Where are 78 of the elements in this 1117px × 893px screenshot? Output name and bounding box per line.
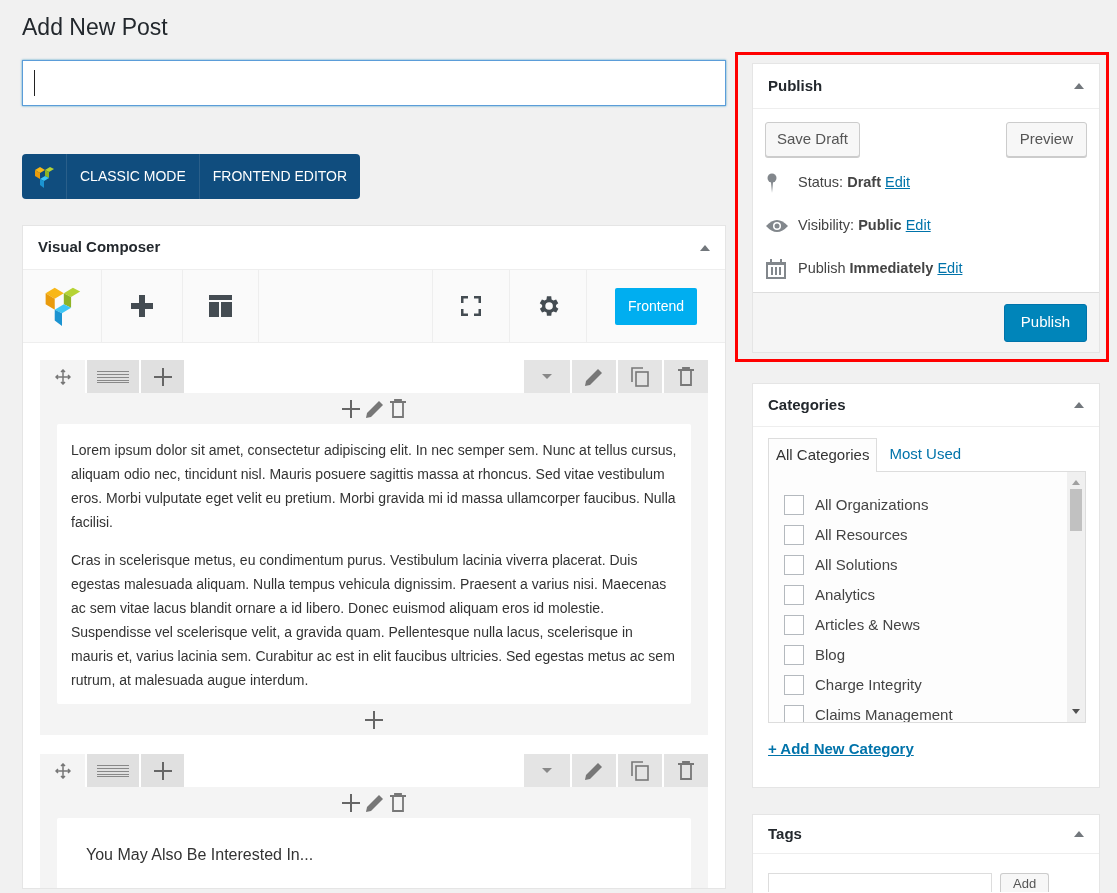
scroll-down-icon[interactable] xyxy=(1072,709,1080,714)
edit-icon[interactable] xyxy=(585,367,603,386)
cube-logo-icon xyxy=(34,165,54,188)
panel-title: Publish xyxy=(768,75,823,96)
delete-icon[interactable] xyxy=(678,761,694,780)
heading-text: You May Also Be Interested In... xyxy=(86,845,315,865)
collapse-toggle-icon[interactable] xyxy=(1074,402,1084,408)
add-element-icon[interactable] xyxy=(131,295,153,317)
checkbox[interactable] xyxy=(784,525,804,545)
move-handle-icon[interactable] xyxy=(54,762,71,779)
add-icon[interactable] xyxy=(342,793,360,812)
scroll-thumb[interactable] xyxy=(1070,489,1082,531)
checkbox[interactable] xyxy=(784,555,804,575)
fullscreen-icon[interactable] xyxy=(461,296,481,316)
tag-input-field[interactable] xyxy=(768,873,992,892)
caret-icon[interactable] xyxy=(542,768,552,773)
category-label: Claims Management xyxy=(815,704,953,722)
edit-link[interactable]: Edit xyxy=(885,172,910,194)
layout-template-icon[interactable] xyxy=(209,295,232,317)
page-title: Add New Post xyxy=(22,13,168,42)
layout-lines-icon[interactable] xyxy=(97,370,129,383)
category-label: Articles & News xyxy=(815,614,921,635)
preview-button[interactable]: Preview xyxy=(1005,122,1087,157)
category-label: Analytics xyxy=(815,584,876,605)
category-label: All Solutions xyxy=(815,554,898,575)
edit-icon[interactable] xyxy=(366,399,384,418)
delete-icon[interactable] xyxy=(678,367,694,386)
category-label: Blog xyxy=(815,644,846,665)
panel-title: Visual Composer xyxy=(38,237,161,258)
panel-title: Categories xyxy=(768,394,846,415)
edit-icon[interactable] xyxy=(366,793,384,812)
title-input-field[interactable] xyxy=(22,60,726,106)
publish-button[interactable]: Publish xyxy=(1003,303,1087,342)
collapse-toggle-icon[interactable] xyxy=(1074,83,1084,89)
calendar-icon xyxy=(766,259,786,279)
add-icon[interactable] xyxy=(153,761,172,780)
editor-mode-button[interactable]: FRONTEND EDITOR xyxy=(199,154,361,199)
edit-link[interactable]: Edit xyxy=(905,215,931,237)
move-handle-icon[interactable] xyxy=(54,368,71,385)
scrollbar[interactable] xyxy=(1067,472,1085,722)
category-label: All Resources xyxy=(815,524,908,545)
collapse-toggle-icon[interactable] xyxy=(1074,831,1084,837)
copy-icon[interactable] xyxy=(631,366,649,387)
checkbox[interactable] xyxy=(784,645,804,665)
paragraph: Lorem ipsum dolor sit amet, consectetur adipiscing elit. In nec semper sem. Nunc at tellus cursus, aliquam odio nec, tincidunt nisl. Mauris posuere sagittis massa at rhoncus. Sed vitae vestibulum eros. Morbi vulputate eget velit eu pretium. Morbi gravida mi id massa ullamcorper faucibus. Nulla facilisi. xyxy=(71,441,677,532)
eye-icon xyxy=(766,219,788,233)
publish-setting-text: Status: Draft xyxy=(798,173,881,193)
delete-icon[interactable] xyxy=(390,399,406,418)
copy-icon[interactable] xyxy=(631,760,649,781)
checkbox[interactable] xyxy=(784,495,804,515)
paragraph: Cras in scelerisque metus, eu condimentum purus. Vestibulum lacinia viverra placerat. Duis egestas malesuada aliquam. Nulla tempus vehicula dignissim. Praesent a varius nisi. Maecenas ac sem vitae lacus blandit ornare a id libero. Donec euismod aliquam eros id molestie. Suspendisse vel scelerisque velit, a gravida quam. Pellentesque nulla lacus, scelerisque in mauris et, varius lacinia sem. Curabitur ac est in elit faucibus ultricies. Sed egestas metus ac sem rutrum, at malesuada augue interdum. xyxy=(71,551,676,690)
publish-setting-text: Visibility: Public xyxy=(798,216,902,236)
add-icon[interactable] xyxy=(153,367,172,386)
delete-icon[interactable] xyxy=(390,793,406,812)
category-label: All Organizations xyxy=(815,494,929,515)
category-tab[interactable]: All Categories xyxy=(768,438,878,472)
scroll-up-icon[interactable] xyxy=(1072,480,1080,485)
checkbox[interactable] xyxy=(784,615,804,635)
publish-setting-text: Publish Immediately xyxy=(798,259,934,279)
add-new-category-link[interactable]: + Add New Category xyxy=(768,738,914,761)
text-block[interactable]: You May Also Be Interested In... xyxy=(57,818,691,888)
checkbox[interactable] xyxy=(784,705,804,722)
layout-lines-icon[interactable] xyxy=(97,764,129,777)
editor-mode-button[interactable]: CLASSIC MODE xyxy=(67,154,200,199)
checkbox[interactable] xyxy=(784,675,804,695)
category-tab[interactable]: Most Used xyxy=(877,438,974,471)
caret-icon[interactable] xyxy=(542,374,552,379)
edit-link[interactable]: Edit xyxy=(937,258,963,280)
panel-title: Tags xyxy=(768,823,802,844)
cube-logo-icon[interactable] xyxy=(43,286,81,326)
edit-icon[interactable] xyxy=(585,761,603,780)
collapse-toggle-icon[interactable] xyxy=(700,244,710,251)
category-label: Charge Integrity xyxy=(815,674,922,695)
add-tag-button[interactable]: Add xyxy=(1000,873,1050,892)
add-icon[interactable] xyxy=(365,710,383,729)
save-draft-button[interactable]: Save Draft xyxy=(765,122,860,157)
add-icon[interactable] xyxy=(342,399,360,418)
checkbox[interactable] xyxy=(784,585,804,605)
